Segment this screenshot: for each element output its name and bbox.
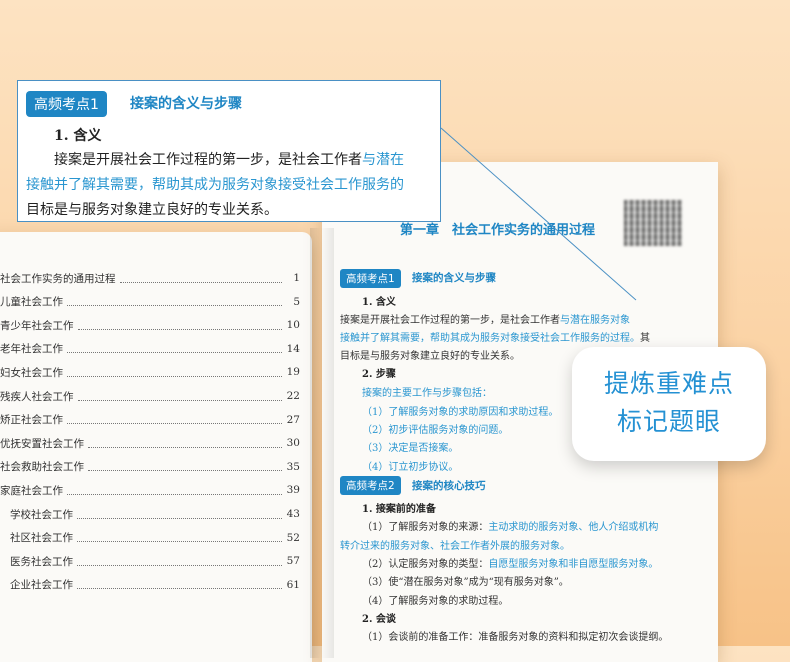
zoom-line1: 接案是开展社会工作过程的第一步，是社会工作者与潜在 xyxy=(54,152,404,168)
zoom-line2: 接触并了解其需要，帮助其成为服务对象接受社会工作服务的 xyxy=(26,177,404,193)
badge-line2: 标记题眼 xyxy=(616,407,721,436)
zoom-title: 接案的含义与步骤 xyxy=(130,96,242,112)
zoom-line3: 目标是与服务对象建立良好的专业关系。 xyxy=(26,202,278,218)
highlight-badge: 提炼重难点 标记题眼 xyxy=(572,347,766,461)
zoom-badge: 高频考点1 xyxy=(26,91,107,117)
badge-line1: 提炼重难点 xyxy=(603,369,734,398)
zoom-callout: 高频考点1 接案的含义与步骤 1. 含义 接案是开展社会工作过程的第一步，是社会… xyxy=(17,80,441,222)
zoom-heading: 1. 含义 xyxy=(54,128,102,144)
